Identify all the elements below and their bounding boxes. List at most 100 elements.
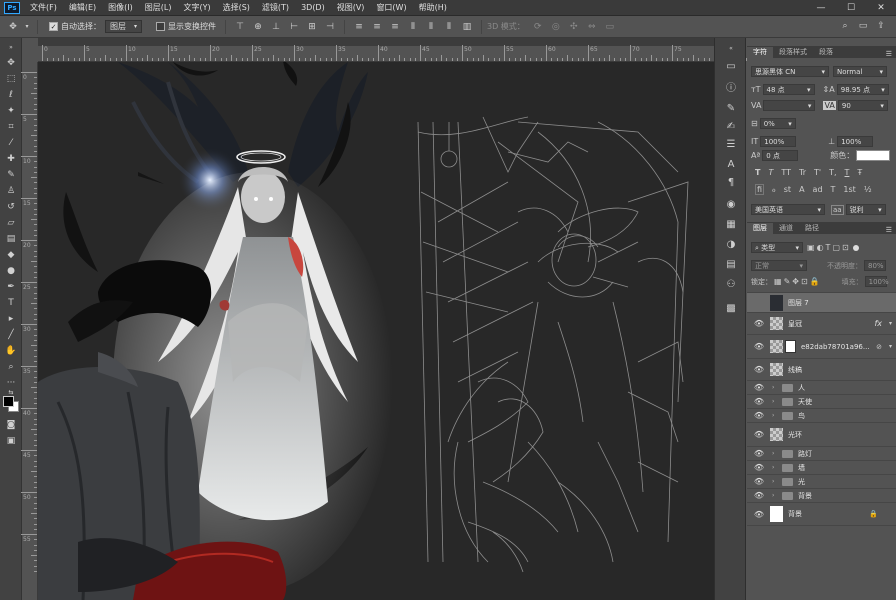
filter-pixel-icon[interactable]: ▣ <box>807 243 815 252</box>
auto-select-target-dropdown[interactable]: 图层 ▾ <box>105 20 143 33</box>
character-panel-icon[interactable]: A <box>723 156 739 172</box>
properties-panel-icon[interactable]: ◑ <box>723 236 739 252</box>
marquee-tool-icon[interactable]: ⬚ <box>3 72 19 86</box>
lock-transparent-icon[interactable]: ▦ <box>774 277 782 286</box>
ligatures-button[interactable]: fi <box>755 184 765 195</box>
menu-filter[interactable]: 滤镜(T) <box>256 2 295 13</box>
brushes-panel-icon[interactable]: ✍ <box>723 118 739 134</box>
distribute-top-icon[interactable]: ≡ <box>352 20 366 34</box>
blur-tool-icon[interactable]: ◆ <box>3 248 19 262</box>
tab-channels[interactable]: 通道 <box>773 223 799 234</box>
distribute-bottom-icon[interactable]: ≡ <box>388 20 402 34</box>
eye-icon[interactable]: 👁 <box>752 365 766 374</box>
eye-icon[interactable]: 👁 <box>752 319 766 328</box>
menu-select[interactable]: 选择(S) <box>217 2 256 13</box>
swatches-panel-icon[interactable]: ▦ <box>723 216 739 232</box>
layer-row[interactable]: 👁 背景 🔒 <box>747 502 896 526</box>
info-panel-icon[interactable]: ⓘ <box>723 78 739 94</box>
menu-layer[interactable]: 图层(L) <box>139 2 178 13</box>
eye-icon[interactable]: 👁 <box>752 430 766 439</box>
pen-tool-icon[interactable]: ✒ <box>3 280 19 294</box>
close-button[interactable]: ✕ <box>866 0 896 16</box>
paragraph-panel-icon[interactable]: ¶ <box>723 174 739 190</box>
chevron-right-icon[interactable]: › <box>772 478 778 485</box>
share-icon[interactable]: ⇪ <box>874 19 888 33</box>
foreground-color-swatch[interactable] <box>3 396 14 407</box>
chevron-right-icon[interactable]: › <box>772 398 778 405</box>
tab-layers[interactable]: 图层 <box>747 223 773 234</box>
layer-name[interactable]: 路灯 <box>798 449 812 459</box>
fractions-button[interactable]: ½ <box>864 185 872 194</box>
baseline-shift-field[interactable]: 0 点 <box>762 150 799 161</box>
styles-panel-icon[interactable]: ▤ <box>723 256 739 272</box>
layer-name[interactable]: 光环 <box>788 430 802 440</box>
tab-paths[interactable]: 路径 <box>799 223 825 234</box>
dodge-tool-icon[interactable]: ● <box>3 264 19 278</box>
all-caps-button[interactable]: TT <box>781 168 791 177</box>
3d-drag-icon[interactable]: ✣ <box>567 20 581 34</box>
filter-smart-object-icon[interactable]: ⊡ <box>842 243 849 252</box>
subscript-button[interactable]: T, <box>829 168 836 177</box>
adjustments-sliders-icon[interactable]: ☰ <box>723 136 739 152</box>
filter-adjustment-icon[interactable]: ◐ <box>817 243 824 252</box>
text-color-swatch[interactable] <box>856 150 891 161</box>
layer-name[interactable]: 背景 <box>788 509 802 519</box>
clone-stamp-tool-icon[interactable]: ♙ <box>3 184 19 198</box>
menu-help[interactable]: 帮助(H) <box>413 2 453 13</box>
show-transform-checkbox[interactable] <box>156 22 166 31</box>
document-canvas[interactable] <box>38 62 714 600</box>
eye-icon[interactable]: 👁 <box>752 449 766 458</box>
ordinals-button[interactable]: 1st <box>843 185 855 194</box>
tab-paragraph[interactable]: 段落 <box>813 47 839 58</box>
layer-group-row[interactable]: 👁 › 路灯 <box>747 446 896 460</box>
layer-name[interactable]: 天使 <box>798 397 812 407</box>
kerning-field[interactable]: ▾ <box>763 100 816 111</box>
type-tool-icon[interactable]: T <box>3 296 19 310</box>
screen-mode-icon[interactable]: ▣ <box>3 434 19 448</box>
small-caps-button[interactable]: Tr <box>799 168 806 177</box>
underline-button[interactable]: T <box>845 168 850 177</box>
grid-panel-icon[interactable]: ▩ <box>723 300 739 316</box>
align-bottom-icon[interactable]: ⊥ <box>269 20 283 34</box>
tracking-field[interactable]: 90 ▾ <box>837 100 888 111</box>
menu-3d[interactable]: 3D(D) <box>295 3 331 12</box>
panel-menu-icon[interactable]: ☰ <box>886 226 892 234</box>
chevron-right-icon[interactable]: › <box>772 492 778 499</box>
eye-icon[interactable]: 👁 <box>752 411 766 420</box>
search-icon[interactable]: ⌕ <box>838 19 852 33</box>
superscript-button[interactable]: T' <box>814 168 821 177</box>
align-hcenter-icon[interactable]: ⊞ <box>305 20 319 34</box>
layer-name[interactable]: 皇冠 <box>788 319 802 329</box>
menu-file[interactable]: 文件(F) <box>24 2 63 13</box>
distribute-right-icon[interactable]: ⦀ <box>442 20 456 34</box>
layer-mask-thumbnail[interactable] <box>785 340 796 353</box>
tsume-field[interactable]: 0% ▾ <box>759 118 796 129</box>
stylistic-alt-button[interactable]: ad <box>813 185 823 194</box>
layer-group-row[interactable]: 👁 › 人 <box>747 380 896 394</box>
fill-field[interactable]: 100% <box>864 276 889 287</box>
line-tool-icon[interactable]: ╱ <box>3 328 19 342</box>
layer-group-row[interactable]: 👁 › 光 <box>747 474 896 488</box>
lasso-tool-icon[interactable]: ℓ <box>3 88 19 102</box>
distribute-vcenter-icon[interactable]: ≡ <box>370 20 384 34</box>
history-panel-icon[interactable]: ▭ <box>723 58 739 74</box>
crop-tool-icon[interactable]: ⌗ <box>3 120 19 134</box>
discretionary-lig-button[interactable]: st <box>784 185 791 194</box>
history-brush-tool-icon[interactable]: ↺ <box>3 200 19 214</box>
lock-pixels-icon[interactable]: ✎ <box>784 277 791 286</box>
blend-mode-dropdown[interactable]: 正常 ▾ <box>751 260 807 271</box>
zoom-tool-icon[interactable]: ⌕ <box>3 360 19 374</box>
font-size-field[interactable]: 48 点 ▾ <box>762 84 815 95</box>
3d-roll-icon[interactable]: ◎ <box>549 20 563 34</box>
eye-icon[interactable]: 👁 <box>752 342 766 351</box>
chevron-right-icon[interactable]: › <box>772 464 778 471</box>
distribute-left-icon[interactable]: ⦀ <box>406 20 420 34</box>
auto-select-checkbox[interactable]: ✓ <box>49 22 58 31</box>
layer-filter-dropdown[interactable]: ⌕ 类型 ▾ <box>751 242 803 253</box>
layer-row[interactable]: 👁 线稿 <box>747 358 896 380</box>
lock-all-icon[interactable]: 🔒 <box>810 277 820 286</box>
auto-align-icon[interactable]: ▥ <box>460 20 474 34</box>
titling-alt-button[interactable]: T <box>831 185 836 194</box>
swap-colors-icon[interactable]: ⇆ <box>3 388 19 396</box>
filter-type-icon[interactable]: T <box>826 243 831 252</box>
